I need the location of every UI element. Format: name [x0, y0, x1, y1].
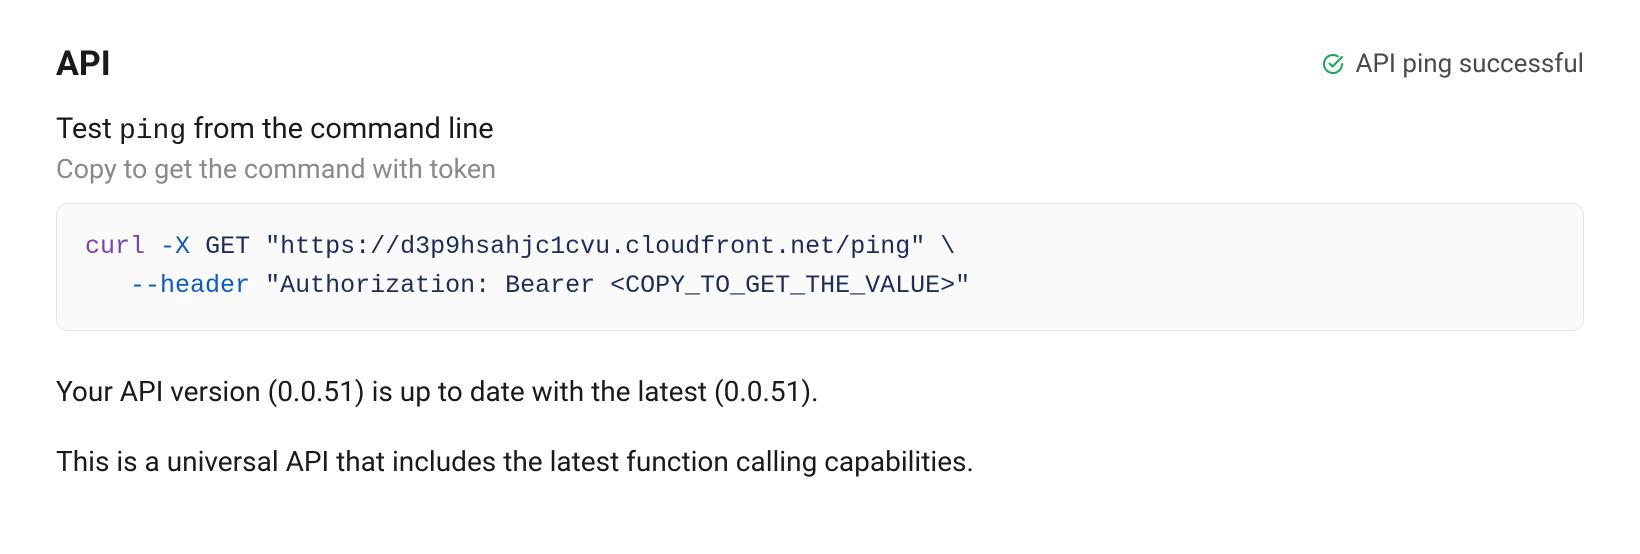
copy-hint: Copy to get the command with token: [56, 153, 1584, 185]
code-curl: curl: [85, 232, 145, 261]
status-badge: API ping successful: [1321, 49, 1584, 79]
code-indent: [85, 271, 130, 300]
status-text: API ping successful: [1355, 49, 1584, 79]
code-block[interactable]: curl -X GET "https://d3p9hsahjc1cvu.clou…: [56, 203, 1584, 331]
code-url: "https://d3p9hsahjc1cvu.cloudfront.net/p…: [265, 232, 925, 261]
header-row: API API ping successful: [56, 44, 1584, 84]
code-backslash: \: [940, 232, 955, 261]
code-method: GET: [205, 232, 250, 261]
version-text: Your API version (0.0.51) is up to date …: [56, 371, 1584, 413]
code-flag-header: --header: [130, 271, 250, 300]
code-auth: "Authorization: Bearer <COPY_TO_GET_THE_…: [265, 271, 970, 300]
subtitle-mono: ping: [119, 116, 186, 147]
subtitle-row: Test ping from the command line: [56, 112, 1584, 147]
subtitle: Test ping from the command line: [56, 112, 494, 146]
check-circle-icon: [1321, 52, 1345, 76]
code-flag-x: -X: [160, 232, 190, 261]
subtitle-suffix: from the command line: [186, 112, 493, 146]
page-title: API: [56, 44, 111, 84]
subtitle-prefix: Test: [56, 112, 119, 146]
description-text: This is a universal API that includes th…: [56, 441, 1584, 483]
